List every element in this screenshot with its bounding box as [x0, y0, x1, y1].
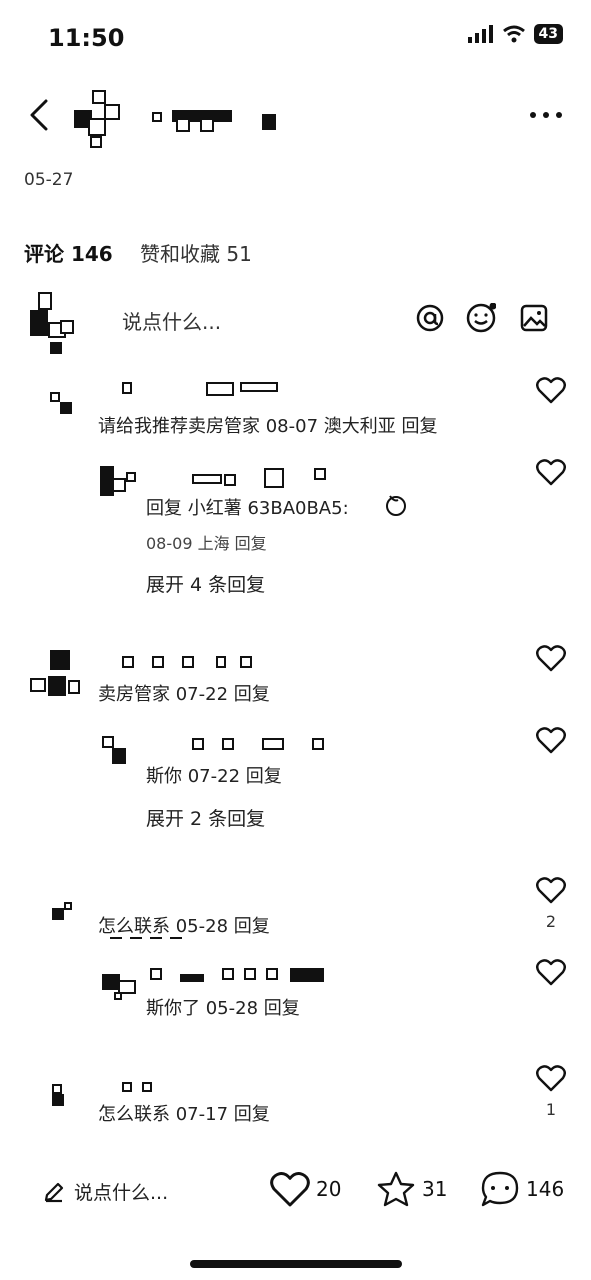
username[interactable] [120, 654, 260, 670]
username[interactable] [190, 736, 330, 752]
comment-text: 怎么联系 05-28 回复 [98, 916, 270, 937]
smile-icon [466, 303, 496, 333]
favorite-count: 31 [422, 1177, 448, 1201]
my-avatar [26, 290, 82, 354]
username[interactable] [120, 1080, 160, 1092]
image-icon [520, 304, 548, 332]
like-button[interactable] [536, 644, 566, 672]
bottom-comment-input[interactable]: 说点什么... [42, 1178, 168, 1205]
heart-icon [536, 959, 566, 986]
expand-replies-button[interactable]: 展开 2 条回复 [146, 804, 265, 831]
battery-indicator: 43 [533, 24, 563, 44]
author-avatar[interactable] [70, 88, 134, 152]
avatar[interactable] [50, 392, 76, 416]
avatar[interactable] [28, 648, 84, 698]
username[interactable] [120, 380, 280, 396]
like-button[interactable] [536, 958, 566, 986]
at-icon [416, 304, 444, 332]
username[interactable] [190, 466, 330, 488]
comment-text: 卖房管家 07-22 回复 [98, 684, 270, 705]
redacted-underline [110, 937, 184, 939]
status-icons: 43 [467, 24, 563, 44]
like-count-total: 20 [316, 1177, 342, 1201]
bottom-action-bar: 说点什么... 20 31 146 [0, 1160, 591, 1220]
avatar[interactable] [100, 964, 140, 1000]
pencil-icon [44, 1182, 64, 1202]
like-count: 1 [545, 1100, 557, 1119]
avatar[interactable] [98, 464, 140, 498]
post-date: 05-27 [24, 170, 74, 190]
avatar[interactable] [50, 900, 76, 922]
mention-button[interactable] [414, 302, 446, 334]
sticker-icon [386, 495, 406, 516]
heart-icon [536, 727, 566, 754]
heart-icon [536, 459, 566, 486]
chat-bubble-icon [481, 1171, 519, 1207]
chevron-left-icon [30, 99, 48, 131]
heart-icon [536, 1065, 566, 1092]
author-name[interactable] [150, 108, 280, 132]
tab-comments[interactable]: 评论 146 [24, 238, 113, 267]
username[interactable] [148, 966, 328, 982]
home-indicator [190, 1260, 402, 1268]
signal-icon [467, 25, 493, 43]
comment-text: 请给我推荐卖房管家 08-07 澳大利亚 回复 [98, 416, 438, 437]
like-button[interactable] [536, 1064, 566, 1092]
more-button[interactable] [528, 102, 564, 128]
like-button[interactable] [536, 376, 566, 404]
wifi-icon [502, 25, 525, 43]
bottom-input-placeholder: 说点什么... [74, 1182, 169, 1204]
more-dots-icon [530, 112, 562, 118]
heart-icon [536, 645, 566, 672]
heart-icon [270, 1172, 310, 1207]
heart-icon [536, 877, 566, 904]
reply-text: 斯你 07-22 回复 [146, 766, 282, 787]
avatar[interactable] [100, 732, 138, 764]
comment-count: 146 [526, 1177, 565, 1201]
reply-text: 回复 小红薯 63BA0BA5: [146, 498, 349, 519]
comment-input[interactable]: 说点什么... [122, 306, 221, 335]
back-button[interactable] [24, 96, 54, 134]
like-button[interactable] [536, 876, 566, 904]
image-button[interactable] [518, 302, 550, 334]
emoji-button[interactable] [465, 302, 497, 334]
like-count: 2 [545, 912, 557, 931]
comments-button[interactable]: 146 [480, 1170, 564, 1208]
like-button[interactable] [536, 726, 566, 754]
avatar[interactable] [50, 1082, 74, 1106]
favorite-button[interactable]: 31 [376, 1170, 447, 1208]
expand-replies-button[interactable]: 展开 4 条回复 [146, 570, 265, 597]
comment-text: 怎么联系 07-17 回复 [98, 1104, 270, 1125]
tab-likes-and-favorites[interactable]: 赞和收藏 51 [140, 238, 252, 267]
reply-meta: 08-09 上海 回复 [146, 534, 267, 553]
star-icon [377, 1171, 415, 1207]
like-post-button[interactable]: 20 [270, 1170, 341, 1208]
status-time: 11:50 [48, 24, 125, 52]
like-button[interactable] [536, 458, 566, 486]
heart-icon [536, 377, 566, 404]
reply-text: 斯你了 05-28 回复 [146, 998, 300, 1019]
